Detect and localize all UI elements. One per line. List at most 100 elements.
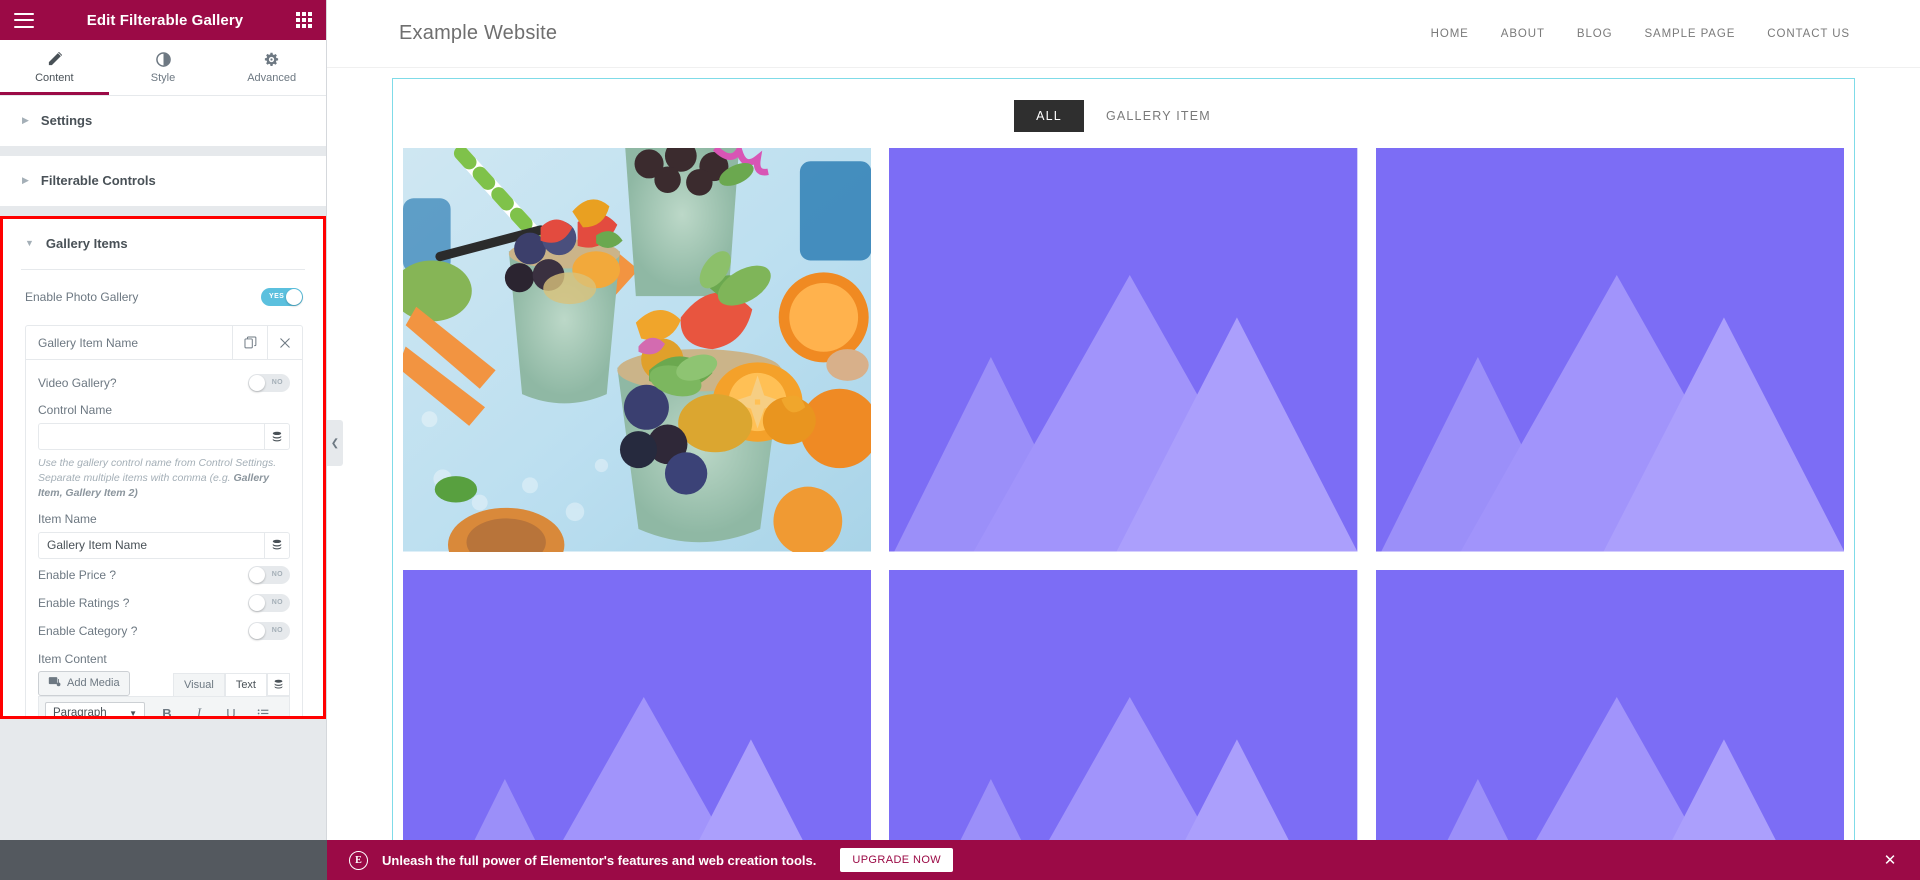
image-placeholder-mountains	[1375, 569, 1844, 880]
editor-panel: Edit Filterable Gallery Content Style Ad…	[0, 0, 343, 880]
toggle-knob	[249, 595, 265, 612]
nav-blog[interactable]: BLOG	[1577, 28, 1613, 40]
item-name-field-row	[38, 531, 290, 559]
site-header: Example Website HOME ABOUT BLOG SAMPLE P…	[327, 0, 1920, 68]
widgets-grid-icon[interactable]	[296, 12, 312, 28]
panel-title: Edit Filterable Gallery	[86, 11, 244, 29]
media-image-icon	[48, 675, 61, 691]
site-nav: HOME ABOUT BLOG SAMPLE PAGE CONTACT US	[1431, 28, 1850, 40]
enable-price-toggle[interactable]: NO	[248, 566, 290, 585]
gallery-filter-bar: ALL GALLERY ITEM	[393, 91, 1854, 148]
control-name-input[interactable]	[38, 423, 264, 450]
repeater-header: Gallery Item Name	[26, 326, 302, 359]
tab-style[interactable]: Style	[109, 40, 218, 95]
hamburger-menu-icon[interactable]	[14, 12, 34, 28]
tab-text[interactable]: Text	[224, 672, 267, 696]
tab-content-label: Content	[35, 72, 74, 84]
nav-contact-us[interactable]: CONTACT US	[1767, 28, 1850, 40]
site-preview: Example Website HOME ABOUT BLOG SAMPLE P…	[327, 0, 1920, 880]
tab-advanced[interactable]: Advanced	[217, 40, 326, 95]
nav-about[interactable]: ABOUT	[1501, 28, 1545, 40]
tab-visual[interactable]: Visual	[173, 672, 225, 696]
dynamic-tags-icon[interactable]	[264, 531, 290, 559]
enable-category-toggle[interactable]: NO	[248, 622, 290, 641]
enable-photo-gallery-toggle[interactable]: YES	[261, 288, 303, 306]
close-icon[interactable]	[267, 326, 302, 359]
panel-collapse-handle[interactable]: ❮	[327, 420, 343, 466]
item-name-label: Item Name	[38, 511, 97, 526]
bulleted-list-icon[interactable]	[253, 703, 273, 716]
chevron-right-icon: ▶	[22, 175, 29, 185]
divider	[21, 269, 305, 270]
image-placeholder-mountains	[889, 148, 1358, 552]
chevron-down-icon: ▼	[25, 238, 34, 248]
format-select[interactable]: Paragraph ▼	[45, 701, 145, 716]
gallery-tile-placeholder[interactable]	[1375, 569, 1844, 880]
dynamic-tags-icon[interactable]	[264, 423, 290, 450]
image-placeholder-mountains	[889, 569, 1358, 880]
enable-ratings-toggle[interactable]: NO	[248, 594, 290, 613]
dynamic-tags-icon[interactable]	[267, 672, 290, 696]
toggle-value: NO	[271, 571, 283, 579]
filter-gallery-item[interactable]: GALLERY ITEM	[1084, 100, 1233, 132]
section-filterable-controls-label: Filterable Controls	[40, 173, 156, 188]
repeater-body: Video Gallery? NO Control Name Use the g…	[26, 359, 302, 716]
section-gallery-items-header[interactable]: ▼ Gallery Items	[3, 219, 323, 269]
enable-category-row: Enable Category ? NO	[38, 619, 290, 644]
video-gallery-toggle[interactable]: NO	[248, 373, 290, 392]
filterable-gallery-widget[interactable]: ALL GALLERY ITEM	[392, 78, 1855, 880]
item-name-input[interactable]	[38, 531, 264, 559]
enable-price-label: Enable Price ?	[38, 568, 117, 583]
section-gallery-items: ▼ Gallery Items Enable Photo Gallery YES	[3, 219, 323, 716]
enable-ratings-label: Enable Ratings ?	[38, 596, 130, 611]
repeater-title[interactable]: Gallery Item Name	[26, 326, 232, 359]
upgrade-now-button[interactable]: UPGRADE NOW	[840, 848, 954, 872]
panel-tabs: Content Style Advanced	[0, 40, 326, 96]
filter-all[interactable]: ALL	[1014, 100, 1084, 132]
close-icon[interactable]: ✕	[1860, 851, 1920, 869]
toggle-knob	[249, 623, 265, 640]
gallery-item-repeater: Gallery Item Name Video Gallery? NO Cont…	[25, 325, 303, 716]
enable-price-row: Enable Price ? NO	[38, 563, 290, 588]
video-gallery-row: Video Gallery? NO	[38, 370, 290, 395]
upgrade-notice-bar: E Unleash the full power of Elementor's …	[0, 840, 1920, 880]
fruit-smoothie-photo	[403, 148, 872, 552]
toolbar-row-1: Paragraph ▼ B I U	[45, 701, 283, 716]
bold-icon[interactable]: B	[157, 703, 177, 716]
section-settings[interactable]: ▶ Settings	[0, 96, 326, 146]
enable-photo-gallery-label: Enable Photo Gallery	[25, 290, 139, 304]
editor-mode-tabs: Visual Text	[173, 672, 290, 696]
toggle-value: NO	[271, 378, 283, 386]
tab-content[interactable]: Content	[0, 40, 109, 95]
section-filterable-controls[interactable]: ▶ Filterable Controls	[0, 156, 326, 206]
section-gallery-items-label: Gallery Items	[45, 236, 128, 251]
chevron-left-icon: ❮	[330, 437, 340, 449]
control-name-help: Use the gallery control name from Contro…	[38, 456, 290, 502]
gallery-tile-placeholder[interactable]	[403, 569, 872, 880]
add-media-button[interactable]: Add Media	[38, 670, 130, 696]
item-content-editor: Item Content Add Media Visual Text Parag…	[38, 652, 290, 716]
contrast-circle-icon	[155, 51, 171, 67]
nav-sample-page[interactable]: SAMPLE PAGE	[1644, 28, 1735, 40]
control-name-label: Control Name	[38, 403, 113, 417]
nav-home[interactable]: HOME	[1431, 28, 1469, 40]
gallery-tile-photo[interactable]	[403, 148, 872, 552]
panel-header: Edit Filterable Gallery	[0, 0, 326, 40]
tab-style-label: Style	[150, 72, 176, 84]
gallery-tile-placeholder[interactable]	[889, 148, 1358, 552]
gallery-tile-placeholder[interactable]	[1375, 148, 1844, 552]
elementor-editor: Edit Filterable Gallery Content Style Ad…	[0, 0, 1920, 880]
duplicate-icon[interactable]	[232, 326, 267, 359]
image-placeholder-mountains	[403, 569, 872, 880]
format-select-value: Paragraph	[53, 707, 107, 716]
gallery-tile-placeholder[interactable]	[889, 569, 1358, 880]
elementor-logo-icon: E	[349, 850, 368, 870]
toggle-knob	[249, 374, 265, 391]
site-title: Example Website	[399, 22, 558, 44]
gear-icon	[264, 51, 279, 67]
underline-icon[interactable]: U	[221, 703, 241, 716]
italic-icon[interactable]: I	[189, 703, 209, 716]
gallery-grid	[393, 148, 1854, 880]
editor-topbar: Add Media Visual Text	[38, 670, 290, 696]
toggle-knob	[249, 567, 265, 584]
